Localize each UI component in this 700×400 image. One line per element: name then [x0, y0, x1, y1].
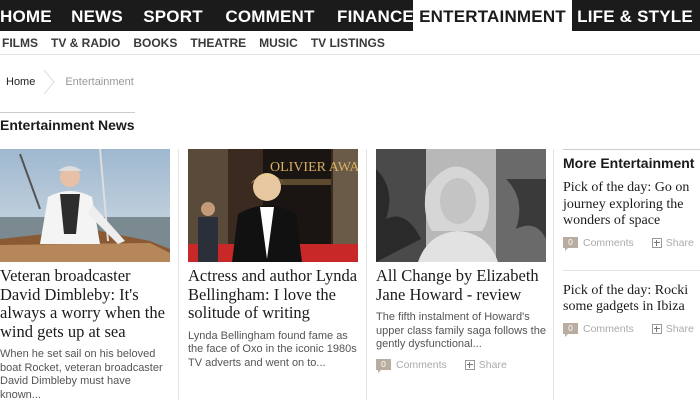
subnav-item-tv-radio[interactable]: TV & RADIO	[51, 31, 120, 54]
comments-link[interactable]: Comments	[583, 237, 634, 249]
article-headline[interactable]: Veteran broadcaster David Dimbleby: It's…	[0, 266, 170, 341]
section-divider	[0, 112, 135, 113]
sidebar-headline[interactable]: Pick of the day: Rocki some gadgets in I…	[563, 283, 700, 316]
nav-item-entertainment[interactable]: ENTERTAINMENT	[413, 0, 572, 31]
article-standfirst: Lynda Bellingham found fame as the face …	[188, 329, 357, 369]
column-divider	[553, 149, 554, 400]
nav-item-comment[interactable]: COMMENT	[203, 0, 337, 31]
share-link[interactable]: Share	[666, 323, 694, 335]
share-icon[interactable]	[651, 237, 662, 248]
share-link[interactable]: Share	[666, 237, 694, 249]
comment-count-badge[interactable]: 0	[563, 237, 578, 251]
comment-count-badge[interactable]: 0	[563, 323, 578, 337]
breadcrumb-current: Entertainment	[65, 76, 134, 88]
sidebar-headline-line: some gadgets in Ibiza	[563, 299, 685, 314]
subnav-item-music[interactable]: MUSIC	[259, 31, 298, 54]
chevron-right-icon	[41, 68, 59, 96]
article-image-awards[interactable]: OLIVIER AWARDS	[188, 149, 358, 262]
share-icon[interactable]	[464, 359, 475, 370]
article-headline[interactable]: Actress and author Lynda Bellingham: I l…	[188, 266, 358, 323]
subnav-item-books[interactable]: BOOKS	[133, 31, 177, 54]
article-card: OLIVIER AWARDS Actress and author Lynda …	[188, 149, 358, 370]
article-meta: 0 Comments Share	[563, 323, 700, 337]
comments-link[interactable]: Comments	[396, 359, 447, 371]
breadcrumb: Home Entertainment	[0, 68, 134, 96]
nav-item-sport[interactable]: SPORT	[143, 0, 203, 31]
article-meta: 0 Comments Share	[376, 359, 546, 373]
subnav-item-films[interactable]: FILMS	[2, 31, 38, 54]
article-headline[interactable]: All Change by Elizabeth Jane Howard - re…	[376, 266, 546, 304]
article-meta: 0 Comments Share	[563, 237, 700, 251]
article-standfirst: The fifth instalment of Howard's upper c…	[376, 311, 546, 350]
sidebar-headline-line: journey exploring the	[563, 196, 684, 212]
sidebar-headline-line: wonders of space	[563, 213, 661, 228]
article-image-author-portrait[interactable]	[376, 149, 546, 262]
sidebar-headline-line: Pick of the day: Go on	[563, 180, 690, 195]
column-divider	[366, 149, 367, 400]
sidebar-article: Pick of the day: Rocki some gadgets in I…	[563, 283, 700, 337]
section-title: Entertainment News	[0, 117, 135, 133]
comments-link[interactable]: Comments	[583, 323, 634, 335]
sidebar-headline-line: Pick of the day: Rocki	[563, 282, 689, 298]
sidebar-article: Pick of the day: Go on journey exploring…	[563, 180, 700, 271]
article-card: Veteran broadcaster David Dimbleby: It's…	[0, 149, 170, 400]
subnav-item-tv-listings[interactable]: TV LISTINGS	[311, 31, 385, 54]
nav-item-home[interactable]: HOME	[0, 0, 52, 31]
article-image-boat[interactable]	[0, 149, 170, 262]
breadcrumb-home-link[interactable]: Home	[6, 76, 35, 88]
share-link[interactable]: Share	[479, 359, 507, 371]
sidebar-headline[interactable]: Pick of the day: Go on journey exploring…	[563, 180, 700, 230]
sidebar-divider	[563, 269, 700, 271]
nav-item-life-style[interactable]: LIFE & STYLE	[572, 0, 698, 31]
share-icon[interactable]	[651, 323, 662, 334]
olivier-sign-text: OLIVIER AWARDS	[270, 160, 358, 175]
more-entertainment-sidebar: More Entertainment Pick of the day: Go o…	[563, 149, 700, 337]
article-card: All Change by Elizabeth Jane Howard - re…	[376, 149, 546, 373]
subnav-item-theatre[interactable]: THEATRE	[190, 31, 246, 54]
article-standfirst: When he set sail on his beloved boat Roc…	[0, 348, 163, 400]
nav-item-finance[interactable]: FINANCE	[337, 0, 414, 31]
column-divider	[178, 149, 179, 400]
sidebar-title: More Entertainment	[563, 149, 700, 171]
nav-item-news[interactable]: NEWS	[51, 0, 143, 31]
comment-count-badge[interactable]: 0	[376, 359, 391, 373]
main-nav: HOME NEWS SPORT COMMENT FINANCE ENTERTAI…	[0, 0, 700, 31]
sub-nav: FILMS TV & RADIO BOOKS THEATRE MUSIC TV …	[0, 31, 700, 55]
